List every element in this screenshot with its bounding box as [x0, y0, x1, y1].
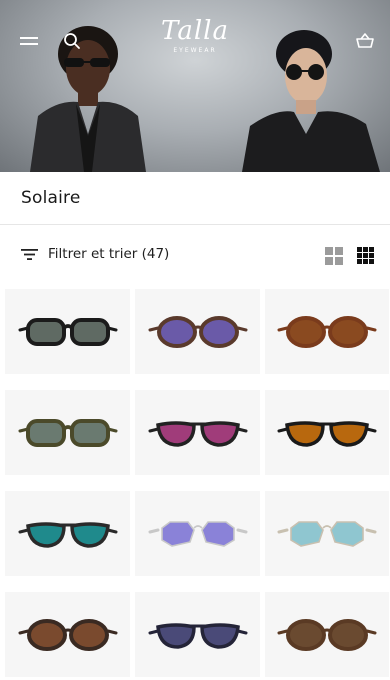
- sunglasses-image: [277, 420, 377, 447]
- toolbar: Filtrer et trier (47): [0, 238, 390, 274]
- filter-icon: [21, 248, 38, 260]
- sunglasses-image: [148, 622, 247, 649]
- product-card[interactable]: [5, 390, 130, 475]
- title-row: Solaire: [0, 172, 390, 225]
- product-card[interactable]: [5, 592, 130, 677]
- sunglasses-image: [148, 520, 247, 547]
- hero-banner: Talla EYEWEAR: [0, 0, 390, 172]
- filter-sort-button[interactable]: Filtrer et trier (47): [21, 246, 169, 262]
- basket-button[interactable]: [354, 30, 376, 52]
- filter-label: Filtrer et trier (47): [48, 246, 170, 262]
- sunglasses-image: [277, 315, 377, 348]
- sunglasses-image: [18, 418, 117, 447]
- product-card[interactable]: [265, 289, 389, 374]
- sunglasses-image: [148, 420, 247, 447]
- page-title: Solaire: [21, 188, 81, 208]
- product-card[interactable]: [135, 289, 260, 374]
- product-card[interactable]: [265, 592, 389, 677]
- brand-logo[interactable]: Talla EYEWEAR: [0, 16, 390, 54]
- product-card[interactable]: [265, 390, 389, 475]
- sunglasses-image: [18, 521, 117, 548]
- product-card[interactable]: [135, 491, 260, 576]
- product-card[interactable]: [5, 491, 130, 576]
- sunglasses-image: [18, 618, 117, 651]
- product-grid: [5, 289, 389, 677]
- sunglasses-image: [18, 317, 117, 346]
- logo-wordmark: Talla: [161, 16, 229, 46]
- grid-2-icon[interactable]: [325, 247, 343, 265]
- product-card[interactable]: [5, 289, 130, 374]
- basket-icon: [356, 33, 374, 48]
- sunglasses-image: [277, 618, 377, 651]
- sunglasses-image: [148, 315, 247, 348]
- sunglasses-image: [277, 520, 377, 547]
- grid-3-icon[interactable]: [357, 247, 374, 264]
- product-card[interactable]: [135, 592, 260, 677]
- product-card[interactable]: [135, 390, 260, 475]
- logo-subtitle: EYEWEAR: [173, 47, 217, 54]
- product-card[interactable]: [265, 491, 389, 576]
